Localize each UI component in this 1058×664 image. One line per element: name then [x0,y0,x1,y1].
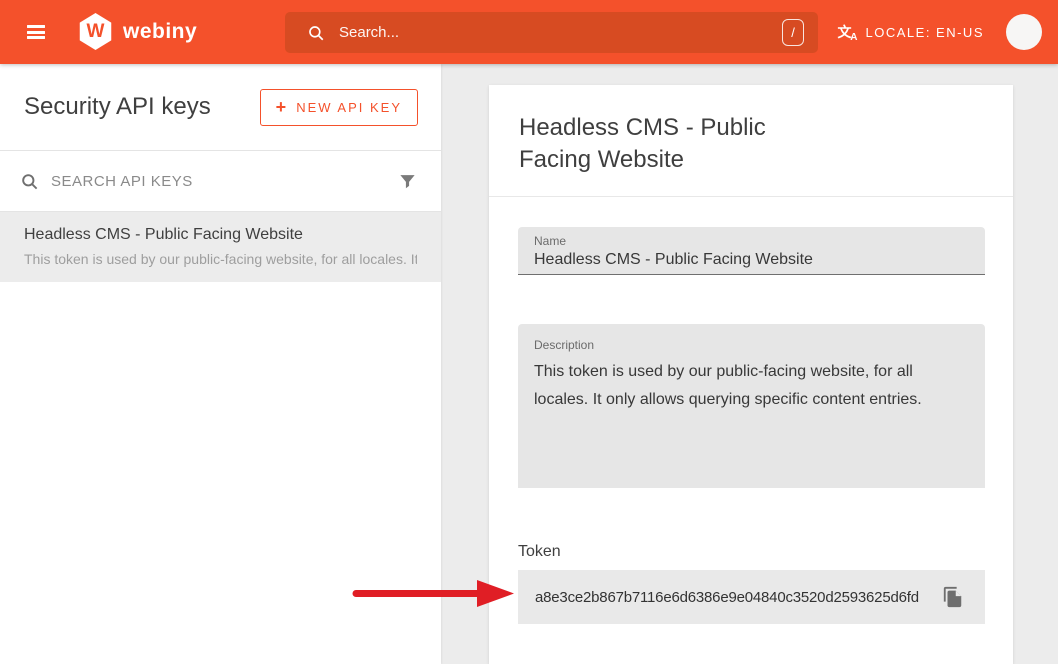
token-field: a8e3ce2b867b7116e6d6386e9e04840c3520d259… [518,570,985,624]
search-icon [307,24,325,42]
copy-token-button[interactable] [942,586,964,608]
plus-icon: + [276,97,287,118]
webiny-logo[interactable]: W webiny [78,13,197,50]
api-key-detail-card: Headless CMS - Public Facing Website Nam… [489,85,1013,664]
list-item-api-key[interactable]: Headless CMS - Public Facing Website Thi… [0,212,441,282]
token-label: Token [518,543,985,561]
api-keys-panel: Security API keys + NEW API KEY Headless… [0,64,441,664]
token-value: a8e3ce2b867b7116e6d6386e9e04840c3520d259… [535,589,919,606]
locale-selector[interactable]: 文 A LOCALE: EN-US [838,23,984,41]
logo-text: webiny [123,20,197,44]
panel-header: Security API keys + NEW API KEY [0,64,441,151]
user-avatar[interactable] [1006,14,1042,50]
api-keys-search-input[interactable] [51,173,398,190]
topbar-right-group: 文 A LOCALE: EN-US [838,0,1042,64]
name-input[interactable] [534,251,969,269]
description-field: Description This token is used by our pu… [518,324,985,488]
global-search-input[interactable] [339,24,782,41]
api-keys-search-bar [0,151,441,212]
main-content: Security API keys + NEW API KEY Headless… [0,64,1058,664]
list-item-title: Headless CMS - Public Facing Website [24,226,417,244]
global-search[interactable]: / [285,12,818,53]
translate-icon: 文 A [838,23,858,41]
search-icon [20,172,39,191]
name-field: Name [518,227,985,275]
new-api-key-button-label: NEW API KEY [296,100,402,115]
detail-area: Headless CMS - Public Facing Website Nam… [441,64,1058,664]
name-field-label: Name [534,234,969,248]
api-key-form: Name Description This token is used by o… [489,197,1013,624]
copy-icon [942,586,964,608]
menu-icon[interactable] [27,25,45,39]
filter-icon[interactable] [398,172,417,191]
description-input[interactable]: This token is used by our public-facing … [534,358,969,478]
top-app-bar: W webiny / 文 A LOCALE: EN-US [0,0,1058,64]
page-title: Security API keys [24,93,211,121]
description-field-label: Description [534,338,969,352]
slash-shortcut-badge: / [782,19,804,46]
logo-hexagon-icon: W [78,13,113,50]
new-api-key-button[interactable]: + NEW API KEY [260,89,418,126]
locale-label: LOCALE: EN-US [866,25,984,40]
detail-title-block: Headless CMS - Public Facing Website [489,85,1013,197]
detail-title: Headless CMS - Public Facing Website [519,112,774,176]
list-item-description: This token is used by our public-facing … [24,251,417,267]
